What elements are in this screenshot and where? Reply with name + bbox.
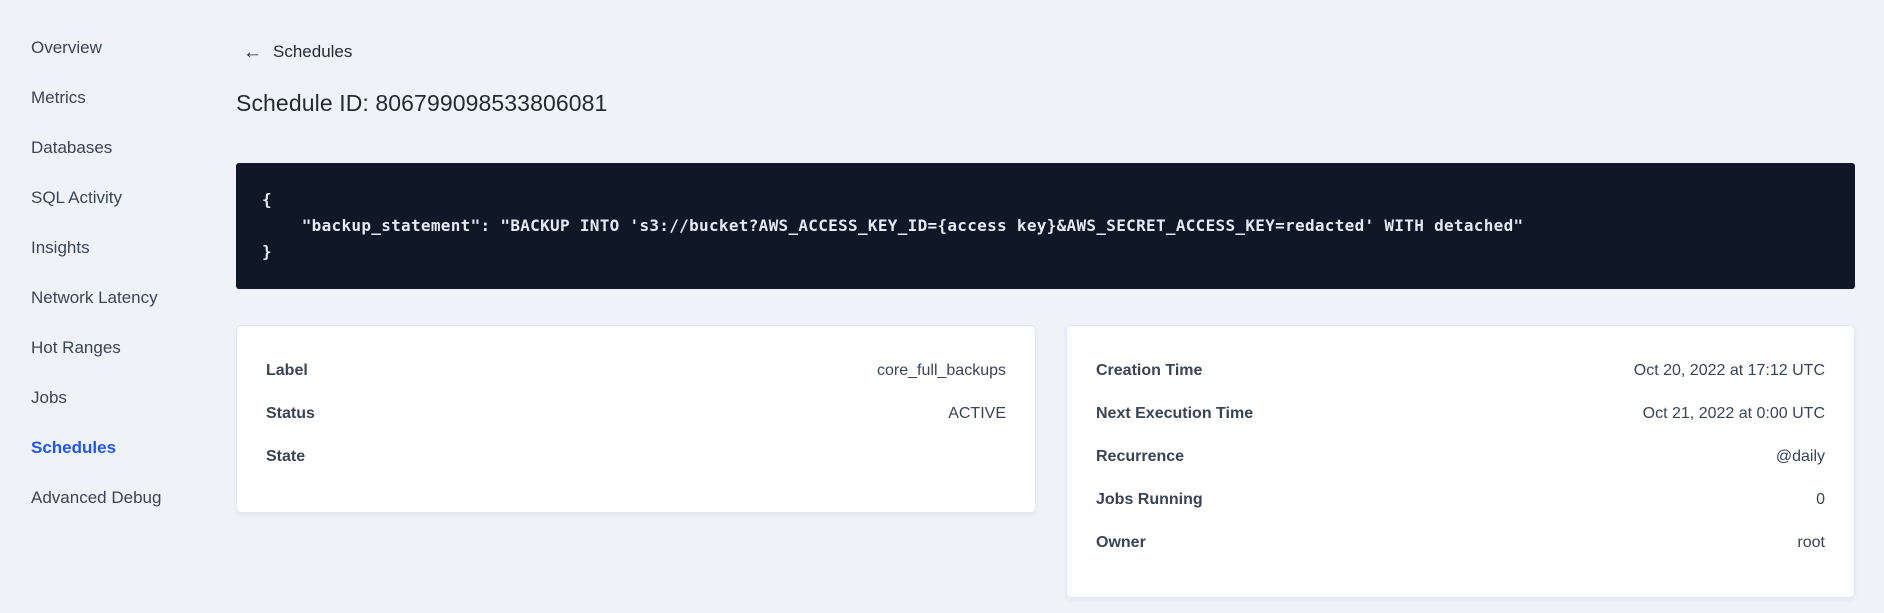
code-line: } <box>262 242 272 261</box>
detail-cards: Label core_full_backups Status ACTIVE St… <box>236 325 1855 598</box>
sidebar-item-databases[interactable]: Databases <box>0 123 236 173</box>
sidebar-item-metrics[interactable]: Metrics <box>0 73 236 123</box>
row-value: ACTIVE <box>948 404 1006 422</box>
code-line: "backup_statement": "BACKUP INTO 's3://b… <box>262 216 1524 235</box>
sidebar-item-network-latency[interactable]: Network Latency <box>0 273 236 323</box>
row-value: 0 <box>1816 490 1825 508</box>
detail-row-owner: Owner root <box>1096 521 1825 564</box>
schedule-details-card: Label core_full_backups Status ACTIVE St… <box>236 325 1036 513</box>
sidebar-item-advanced-debug[interactable]: Advanced Debug <box>0 473 236 523</box>
row-label: Creation Time <box>1096 361 1203 379</box>
row-label: Status <box>266 404 315 422</box>
row-value: Oct 21, 2022 at 0:00 UTC <box>1642 404 1825 422</box>
detail-row-label: Label core_full_backups <box>266 349 1006 392</box>
row-label: State <box>266 447 306 465</box>
row-value: @daily <box>1775 447 1825 465</box>
main-content: ← Schedules Schedule ID: 806799098533806… <box>236 0 1884 613</box>
detail-row-status: Status ACTIVE <box>266 392 1006 435</box>
sidebar-item-sql-activity[interactable]: SQL Activity <box>0 173 236 223</box>
sidebar-item-schedules[interactable]: Schedules <box>0 423 236 473</box>
sidebar-item-jobs[interactable]: Jobs <box>0 373 236 423</box>
detail-row-creation-time: Creation Time Oct 20, 2022 at 17:12 UTC <box>1096 349 1825 392</box>
detail-row-state: State <box>266 435 1006 478</box>
breadcrumb-back-link[interactable]: ← Schedules <box>236 42 352 62</box>
detail-row-recurrence: Recurrence @daily <box>1096 435 1825 478</box>
breadcrumb-label: Schedules <box>273 42 353 61</box>
row-value: Oct 20, 2022 at 17:12 UTC <box>1633 361 1825 379</box>
backup-statement-code-block: { "backup_statement": "BACKUP INTO 's3:/… <box>236 163 1855 289</box>
schedule-timing-card: Creation Time Oct 20, 2022 at 17:12 UTC … <box>1066 325 1855 598</box>
sidebar-item-hot-ranges[interactable]: Hot Ranges <box>0 323 236 373</box>
sidebar-nav: Overview Metrics Databases SQL Activity … <box>0 23 236 523</box>
back-arrow-icon: ← <box>243 41 262 63</box>
row-label: Next Execution Time <box>1096 404 1254 422</box>
row-label: Owner <box>1096 533 1146 551</box>
sidebar-item-overview[interactable]: Overview <box>0 23 236 73</box>
page-title: Schedule ID: 806799098533806081 <box>236 90 608 116</box>
row-label: Jobs Running <box>1096 490 1203 508</box>
row-label: Recurrence <box>1096 447 1185 465</box>
sidebar: Overview Metrics Databases SQL Activity … <box>0 0 236 613</box>
row-label: Label <box>266 361 308 379</box>
code-line: { <box>262 190 272 209</box>
sidebar-item-insights[interactable]: Insights <box>0 223 236 273</box>
row-value: root <box>1797 533 1825 551</box>
row-value: core_full_backups <box>877 361 1006 379</box>
detail-row-jobs-running: Jobs Running 0 <box>1096 478 1825 521</box>
detail-row-next-execution-time: Next Execution Time Oct 21, 2022 at 0:00… <box>1096 392 1825 435</box>
